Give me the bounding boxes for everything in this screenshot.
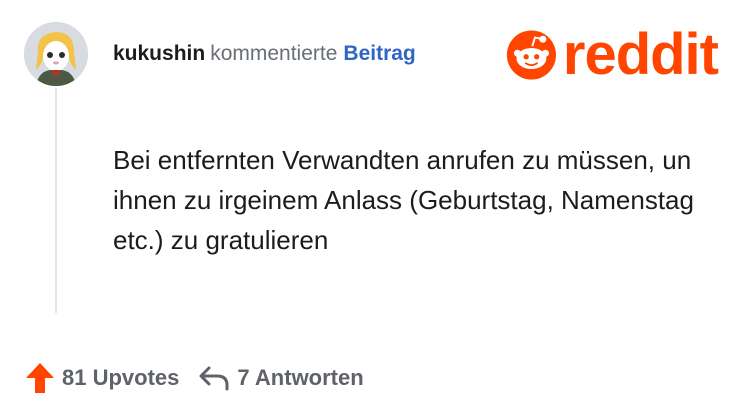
thread-line <box>55 88 57 313</box>
reddit-logo: reddit <box>506 22 719 87</box>
reply-count[interactable]: 7 Antworten <box>237 365 363 391</box>
username[interactable]: kukushin <box>113 42 205 65</box>
upvote-count[interactable]: 81 Upvotes <box>62 365 179 391</box>
reddit-wordmark: reddit <box>562 22 719 87</box>
comment-header: kukushin kommentierte Beitrag <box>113 40 416 68</box>
reply-arrow-icon[interactable] <box>197 363 231 393</box>
post-link[interactable]: Beitrag <box>343 42 415 65</box>
upvote-arrow-icon[interactable] <box>24 361 56 395</box>
comment-action: kommentierte <box>210 42 338 65</box>
reddit-snoo-icon <box>506 30 556 80</box>
comment-footer: 81 Upvotes 7 Antworten <box>24 360 364 396</box>
avatar-image <box>24 22 88 86</box>
comment-body: Bei entfernten Verwandten anrufen zu müs… <box>113 145 694 255</box>
avatar[interactable] <box>24 22 88 86</box>
